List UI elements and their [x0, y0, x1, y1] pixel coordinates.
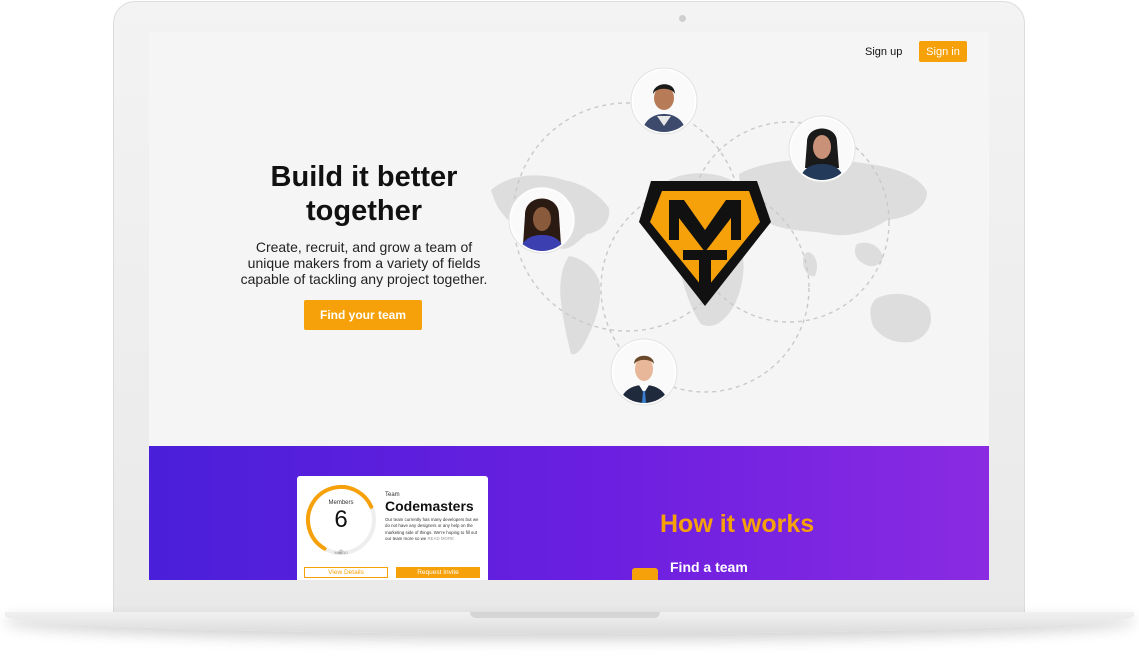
- find-team-icon: [632, 568, 658, 580]
- team-card: Members 6 Max 10 Team Codemasters Our te…: [297, 476, 488, 580]
- avatar-icon: [630, 67, 698, 135]
- laptop-notch: [470, 612, 660, 618]
- avatar-icon: [788, 115, 856, 183]
- team-name: Codemasters: [385, 498, 474, 514]
- find-team-button[interactable]: Find your team: [304, 300, 422, 330]
- signin-button[interactable]: Sign in: [919, 41, 967, 62]
- avatar-icon: [508, 186, 576, 254]
- avatar-icon: [610, 338, 678, 406]
- browser-screen: Sign up Sign in Build it better together…: [149, 32, 989, 580]
- members-count: 6: [334, 506, 348, 533]
- team-description: Our team currently has many developers b…: [385, 517, 481, 543]
- step-find-team-title: Find a team: [670, 559, 748, 575]
- hero-title: Build it better together: [270, 161, 458, 227]
- hero-subtitle: Create, recruit, and grow a team of uniq…: [240, 239, 488, 287]
- members-max: Max 10: [334, 550, 348, 555]
- read-more-link[interactable]: READ MORE: [427, 536, 454, 541]
- hero-section: Sign up Sign in Build it better together…: [149, 32, 989, 446]
- camera-icon: [679, 15, 686, 22]
- how-it-works-title: How it works: [660, 510, 815, 538]
- request-invite-button[interactable]: Request Invite: [396, 567, 480, 578]
- how-it-works-section: Members 6 Max 10 Team Codemasters Our te…: [149, 446, 989, 580]
- view-details-button[interactable]: View Details: [304, 567, 388, 578]
- signup-link[interactable]: Sign up: [861, 44, 906, 60]
- team-logo-icon: [639, 181, 771, 306]
